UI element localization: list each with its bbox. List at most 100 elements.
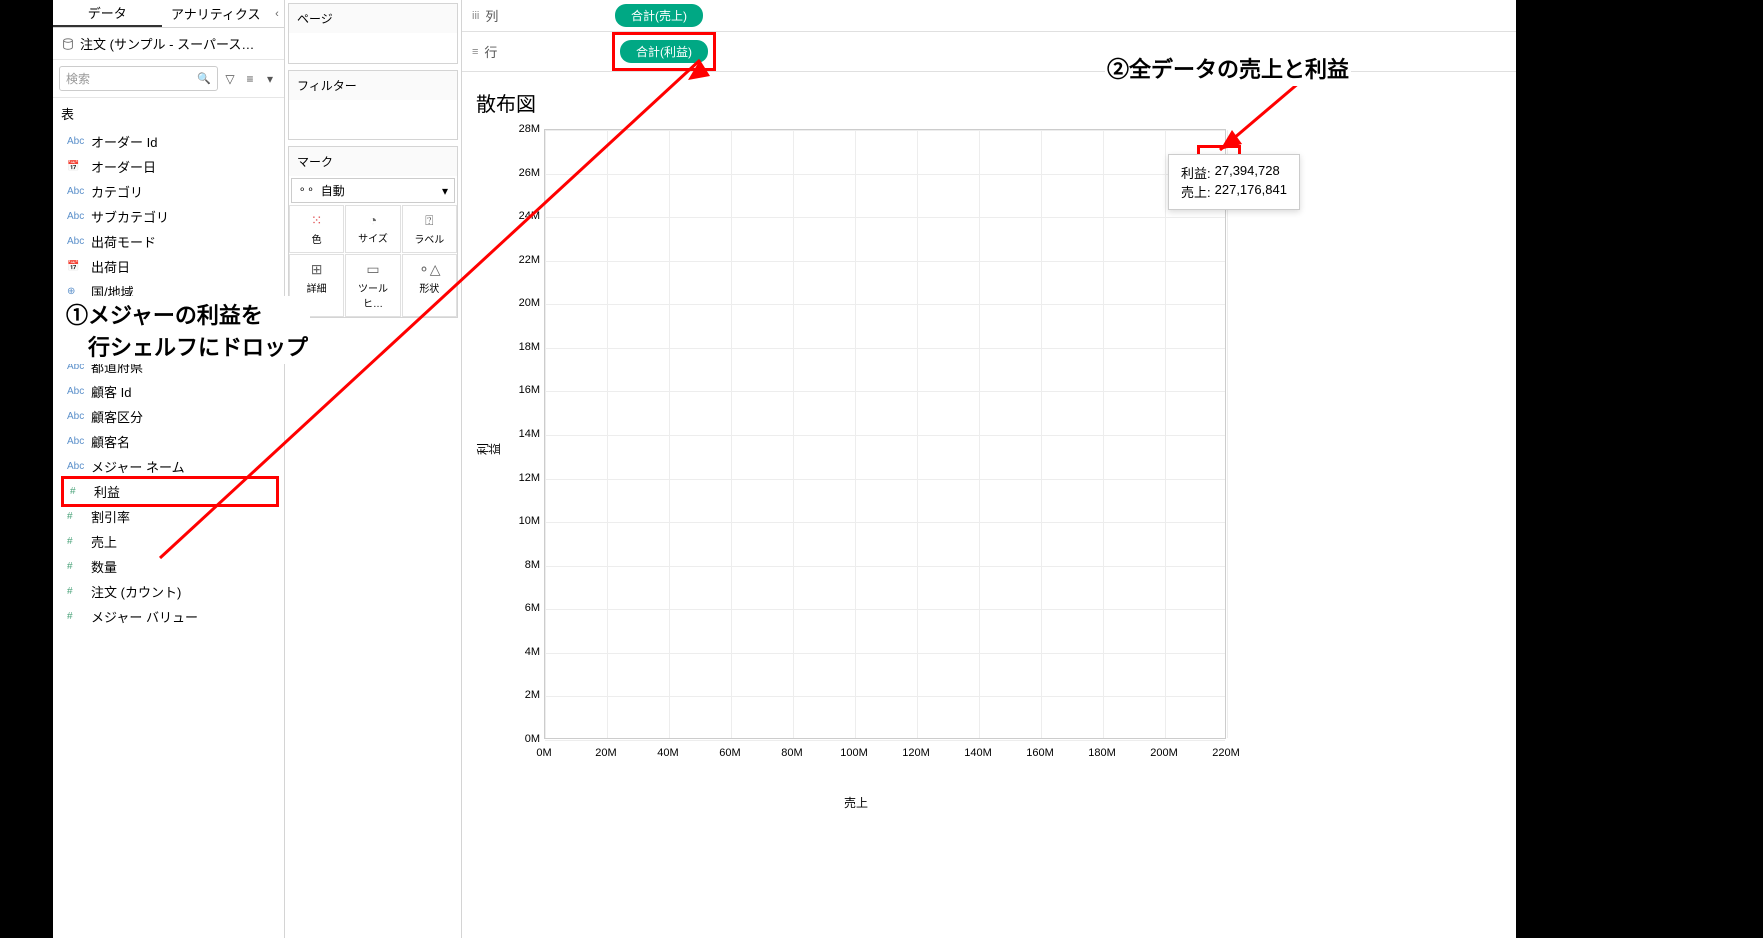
field-type-icon: Abc [67,136,85,147]
y-tick: 18M [510,341,540,353]
collapse-panel-icon[interactable]: ‹ [270,0,284,27]
field-type-icon: Abc [67,386,85,397]
gridline-h [545,479,1225,480]
mark-size-label: サイズ [358,234,388,245]
field-item[interactable]: Abc顧客区分 [53,404,284,429]
tooltip-profit-value: 27,394,728 [1215,163,1280,182]
columns-shelf[interactable]: iii 列 合計(売上) [462,0,1516,32]
field-item[interactable]: #注文 (カウント) [53,579,284,604]
field-list: Abcオーダー Id📅オーダー日AbcカテゴリAbcサブカテゴリAbc出荷モード… [53,129,284,938]
field-item[interactable]: 📅出荷日 [53,254,284,279]
field-label: オーダー日 [91,157,156,176]
x-tick: 100M [840,747,868,759]
marks-type-select[interactable]: ⚬⚬ 自動 ▾ [291,178,455,203]
field-item[interactable]: #数量 [53,554,284,579]
pages-card[interactable]: ページ [288,3,458,64]
gridline-h [545,348,1225,349]
size-icon: ◔ [348,212,397,228]
field-item[interactable]: #割引率 [53,504,284,529]
search-input[interactable]: 検索 🔍 [59,66,218,91]
shape-icon: ⚬△ [405,261,454,278]
field-label: 顧客名 [91,432,130,451]
plot-area[interactable] [544,129,1226,739]
y-tick: 4M [510,646,540,658]
y-tick: 12M [510,472,540,484]
gridline-h [545,696,1225,697]
marks-grid: ⁙色 ◔サイズ ⍰ラベル ⊞詳細 ▭ツールヒ… ⚬△形状 [289,205,457,317]
field-type-icon: Abc [67,461,85,472]
field-item[interactable]: Abcサブカテゴリ [53,204,284,229]
gridline-v [669,130,670,738]
rows-label: ≡ 行 [462,42,612,61]
columns-pill[interactable]: 合計(売上) [615,4,703,27]
tab-analytics[interactable]: アナリティクス [162,0,271,27]
annotation-2-text: ②全データの売上と利益 [1107,57,1349,82]
datasource-name: 注文 (サンプル - スーパース… [80,34,254,53]
gridline-v [1041,130,1042,738]
search-placeholder: 検索 [66,70,90,87]
side-tabs: データ アナリティクス ‹ [53,0,284,28]
field-type-icon: Abc [67,211,85,222]
tab-data[interactable]: データ [53,0,162,27]
field-type-icon: 📅 [67,261,85,272]
field-item[interactable]: Abc顧客名 [53,429,284,454]
field-item[interactable]: Abc出荷モード [53,229,284,254]
field-type-icon: Abc [67,186,85,197]
filters-card[interactable]: フィルター [288,70,458,140]
menu-icon[interactable]: ≡ [242,71,258,87]
datasource-row[interactable]: 注文 (サンプル - スーパース… [53,28,284,60]
gridline-v [793,130,794,738]
mark-label-label: ラベル [414,235,444,246]
y-tick: 6M [510,602,540,614]
field-item[interactable]: #メジャー バリュー [53,604,284,629]
section-title: 表 [53,98,284,129]
mark-color[interactable]: ⁙色 [289,205,344,253]
field-item[interactable]: Abcカテゴリ [53,179,284,204]
field-item[interactable]: #利益 [61,476,279,507]
field-item[interactable]: 📅オーダー日 [53,154,284,179]
mark-tooltip[interactable]: ▭ツールヒ… [345,254,400,317]
field-item[interactable]: Abcオーダー Id [53,129,284,154]
gridline-h [545,435,1225,436]
y-tick: 14M [510,428,540,440]
mark-size[interactable]: ◔ サイズ [345,205,400,253]
mark-label[interactable]: ⍰ ラベル [402,205,457,253]
pages-title: ページ [289,4,457,33]
rows-shelf[interactable]: ≡ 行 合計(利益) [462,32,1516,72]
x-tick: 160M [1026,747,1054,759]
filters-title: フィルター [289,71,457,100]
field-type-icon: # [67,511,85,522]
label-icon: ⍰ [405,212,454,229]
filter-icon[interactable]: ▽ [222,71,238,87]
gridline-h [545,261,1225,262]
x-tick: 140M [964,747,992,759]
marks-title: マーク [289,147,457,176]
gridline-v [855,130,856,738]
rows-pill[interactable]: 合計(利益) [620,40,708,63]
x-tick: 180M [1088,747,1116,759]
dropdown-icon[interactable]: ▾ [262,71,278,87]
gridline-h [545,566,1225,567]
field-label: 注文 (カウント) [91,582,181,601]
columns-icon: iii [472,10,479,22]
tooltip-sales-value: 227,176,841 [1215,182,1287,201]
viz-title[interactable]: 散布図 [476,82,1502,129]
x-axis-label: 売上 [844,794,868,811]
field-type-icon: # [67,536,85,547]
field-type-icon: Abc [67,236,85,247]
field-type-icon: # [70,486,88,497]
field-item[interactable]: #売上 [53,529,284,554]
gridline-h [545,304,1225,305]
gridline-h [545,740,1225,741]
mark-shape[interactable]: ⚬△形状 [402,254,457,317]
x-tick: 20M [595,747,616,759]
x-tick: 80M [781,747,802,759]
gridline-v [731,130,732,738]
rows-pill-highlight: 合計(利益) [612,32,716,71]
field-item[interactable]: Abc顧客 Id [53,379,284,404]
mark-detail-label: 詳細 [307,284,327,295]
x-tick: 200M [1150,747,1178,759]
cards-column: ページ フィルター マーク ⚬⚬ 自動 ▾ ⁙色 ◔サイズ ⍰ラベル ⊞詳細 ▭… [285,0,462,938]
y-axis-label: 利益 [477,441,501,458]
x-tick: 40M [657,747,678,759]
